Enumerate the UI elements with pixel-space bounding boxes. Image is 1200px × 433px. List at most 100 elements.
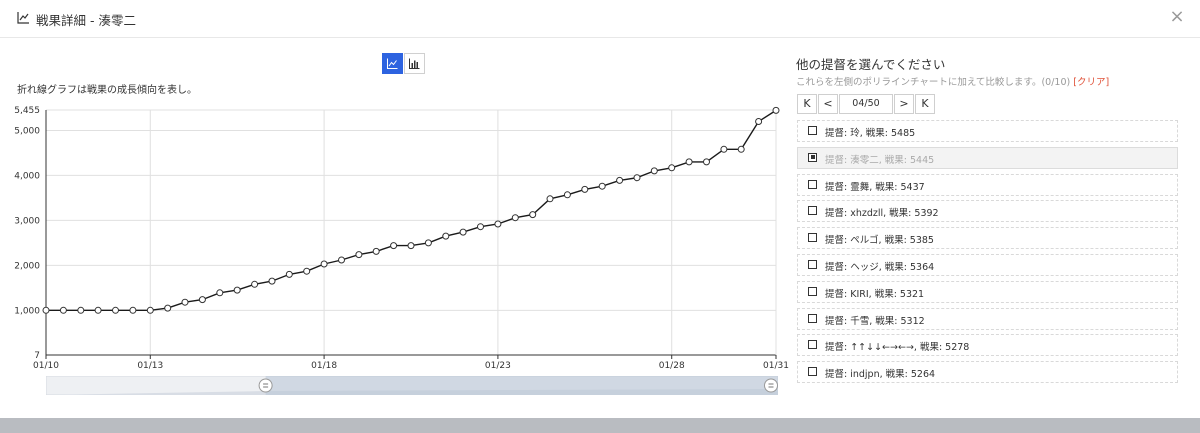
x-tick-label: 01/28: [659, 361, 685, 371]
first-page-button[interactable]: K: [797, 94, 817, 114]
admiral-list-item[interactable]: 提督: ↑↑↓↓←→←→, 戦果: 5278: [797, 334, 1178, 357]
admiral-label: 提督: ヘッジ, 戦果: 5364: [825, 261, 935, 273]
admiral-list: 提督: 玲, 戦果: 5485 提督: 湊零二, 戦果: 5445 提督: 霊舞…: [797, 120, 1178, 388]
page-indicator: 04/50: [839, 94, 893, 114]
data-point: [112, 306, 119, 314]
data-point: [268, 277, 276, 285]
admiral-checkbox[interactable]: [808, 126, 817, 135]
admiral-list-item[interactable]: 提督: ヘッジ, 戦果: 5364: [797, 253, 1178, 276]
admiral-checkbox[interactable]: [808, 340, 817, 350]
dialog: 戦果詳細 - 湊零二 × 折れ線グラフは戦果の成長傾向を表し。 7 1,000 2,…: [0, 0, 1200, 418]
data-point: [59, 306, 67, 314]
data-point: [772, 106, 780, 114]
data-point: [546, 195, 554, 203]
data-point: [216, 289, 224, 297]
bar-chart-icon: [409, 58, 420, 69]
y-tick-label: 4,000: [14, 171, 40, 181]
data-point: [407, 242, 415, 250]
y-tick-label: 2,000: [14, 261, 40, 271]
data-point: [459, 228, 467, 236]
x-tick-label: 01/13: [137, 361, 163, 371]
data-point: [494, 220, 502, 228]
admiral-label: 提督: ↑↑↓↓←→←→, 戦果: 5278: [825, 342, 970, 354]
slider-end-handle[interactable]: [764, 378, 778, 393]
data-point: [198, 296, 206, 304]
admiral-checkbox[interactable]: [808, 313, 817, 323]
admiral-list-item[interactable]: 提督: 霊舞, 戦果: 5437: [797, 173, 1178, 196]
data-point: [720, 145, 728, 153]
line-chart-icon: [387, 58, 398, 69]
close-icon[interactable]: ×: [1167, 7, 1187, 27]
data-point: [737, 145, 745, 153]
data-point: [650, 167, 658, 175]
x-tick-label: 01/10: [33, 361, 59, 371]
data-point: [181, 298, 189, 306]
y-tick-label: 5,455: [14, 106, 40, 116]
admiral-checkbox[interactable]: [808, 367, 817, 377]
admiral-list-item[interactable]: 提督: xhzdzll, 戦果: 5392: [797, 200, 1178, 223]
data-point: [164, 304, 172, 312]
data-point: [129, 306, 137, 314]
x-tick-label: 01/18: [311, 361, 337, 371]
data-point: [685, 158, 693, 166]
data-point: [563, 191, 571, 199]
data-point: [355, 251, 363, 259]
admiral-list-item[interactable]: 提督: indjpn, 戦果: 5264: [797, 361, 1178, 384]
data-point: [581, 185, 589, 193]
admiral-checkbox[interactable]: [808, 152, 817, 162]
admiral-list-item[interactable]: 提督: KIRI, 戦果: 5321: [797, 280, 1178, 303]
slider-selection[interactable]: [265, 376, 778, 395]
admiral-checkbox[interactable]: [808, 233, 817, 243]
compare-panel-description: これらを左側のポリラインチャートに加えて比較します。(0/10): [796, 77, 1071, 88]
data-point: [598, 182, 606, 190]
admiral-checkbox[interactable]: [808, 259, 817, 269]
series-line: [46, 109, 777, 311]
admiral-checkbox[interactable]: [808, 286, 817, 296]
x-tick-label: 01/31: [763, 361, 789, 371]
admiral-label: 提督: 玲, 戦果: 5485: [825, 128, 916, 139]
data-point: [390, 242, 398, 250]
data-point: [668, 164, 676, 172]
data-point: [755, 118, 763, 125]
bar-chart-toggle-button[interactable]: [404, 53, 425, 74]
date-range-slider[interactable]: [46, 376, 778, 395]
slider-start-handle[interactable]: [258, 378, 273, 393]
dialog-title: 戦果詳細 - 湊零二: [36, 13, 136, 28]
admiral-label: 提督: 霊舞, 戦果: 5437: [825, 181, 925, 193]
admiral-label: 提督: 千雪, 戦果: 5312: [825, 315, 925, 327]
admiral-checkbox[interactable]: [808, 206, 817, 216]
data-point: [529, 211, 537, 219]
line-chart-toggle-button[interactable]: [382, 53, 403, 74]
data-point: [77, 306, 85, 314]
data-point: [424, 239, 432, 247]
line-chart: 7 1,000 2,000 3,000 4,000 5,000 5,455 01/10 01/1…: [14, 106, 789, 371]
prev-page-button[interactable]: <: [818, 94, 838, 114]
data-point: [338, 256, 345, 264]
chart-note: 折れ線グラフは戦果の成長傾向を表し。: [17, 85, 197, 96]
admiral-list-item[interactable]: 提督: 千雪, 戦果: 5312: [797, 307, 1178, 330]
admiral-label: 提督: KIRI, 戦果: 5321: [825, 288, 925, 300]
clear-selection-link[interactable]: [クリア]: [1073, 77, 1109, 88]
next-page-button[interactable]: >: [894, 94, 914, 114]
admiral-label: 提督: xhzdzll, 戦果: 5392: [825, 208, 939, 220]
y-tick-label: 3,000: [14, 216, 40, 226]
data-point: [303, 267, 311, 275]
admiral-list-item[interactable]: 提督: ペルゴ, 戦果: 5385: [797, 227, 1178, 250]
y-tick-label: 1,000: [14, 306, 40, 316]
data-point: [633, 174, 641, 182]
y-tick-label: 7: [34, 351, 40, 361]
y-tick-label: 5,000: [14, 126, 40, 136]
data-point: [703, 158, 710, 166]
data-point: [442, 232, 450, 240]
data-point: [477, 223, 484, 231]
admiral-list-item[interactable]: 提督: 湊零二, 戦果: 5445: [797, 146, 1178, 169]
admiral-label: 提督: ペルゴ, 戦果: 5385: [825, 235, 934, 247]
dialog-header: 戦果詳細 - 湊零二 ×: [0, 0, 1200, 38]
x-tick-label: 01/23: [485, 361, 511, 371]
data-point: [42, 306, 50, 314]
data-point: [372, 247, 380, 255]
admiral-list-item[interactable]: 提督: 玲, 戦果: 5485: [797, 120, 1178, 142]
admiral-checkbox[interactable]: [808, 179, 817, 189]
line-chart-icon: [17, 12, 29, 24]
last-page-button[interactable]: K: [915, 94, 935, 114]
